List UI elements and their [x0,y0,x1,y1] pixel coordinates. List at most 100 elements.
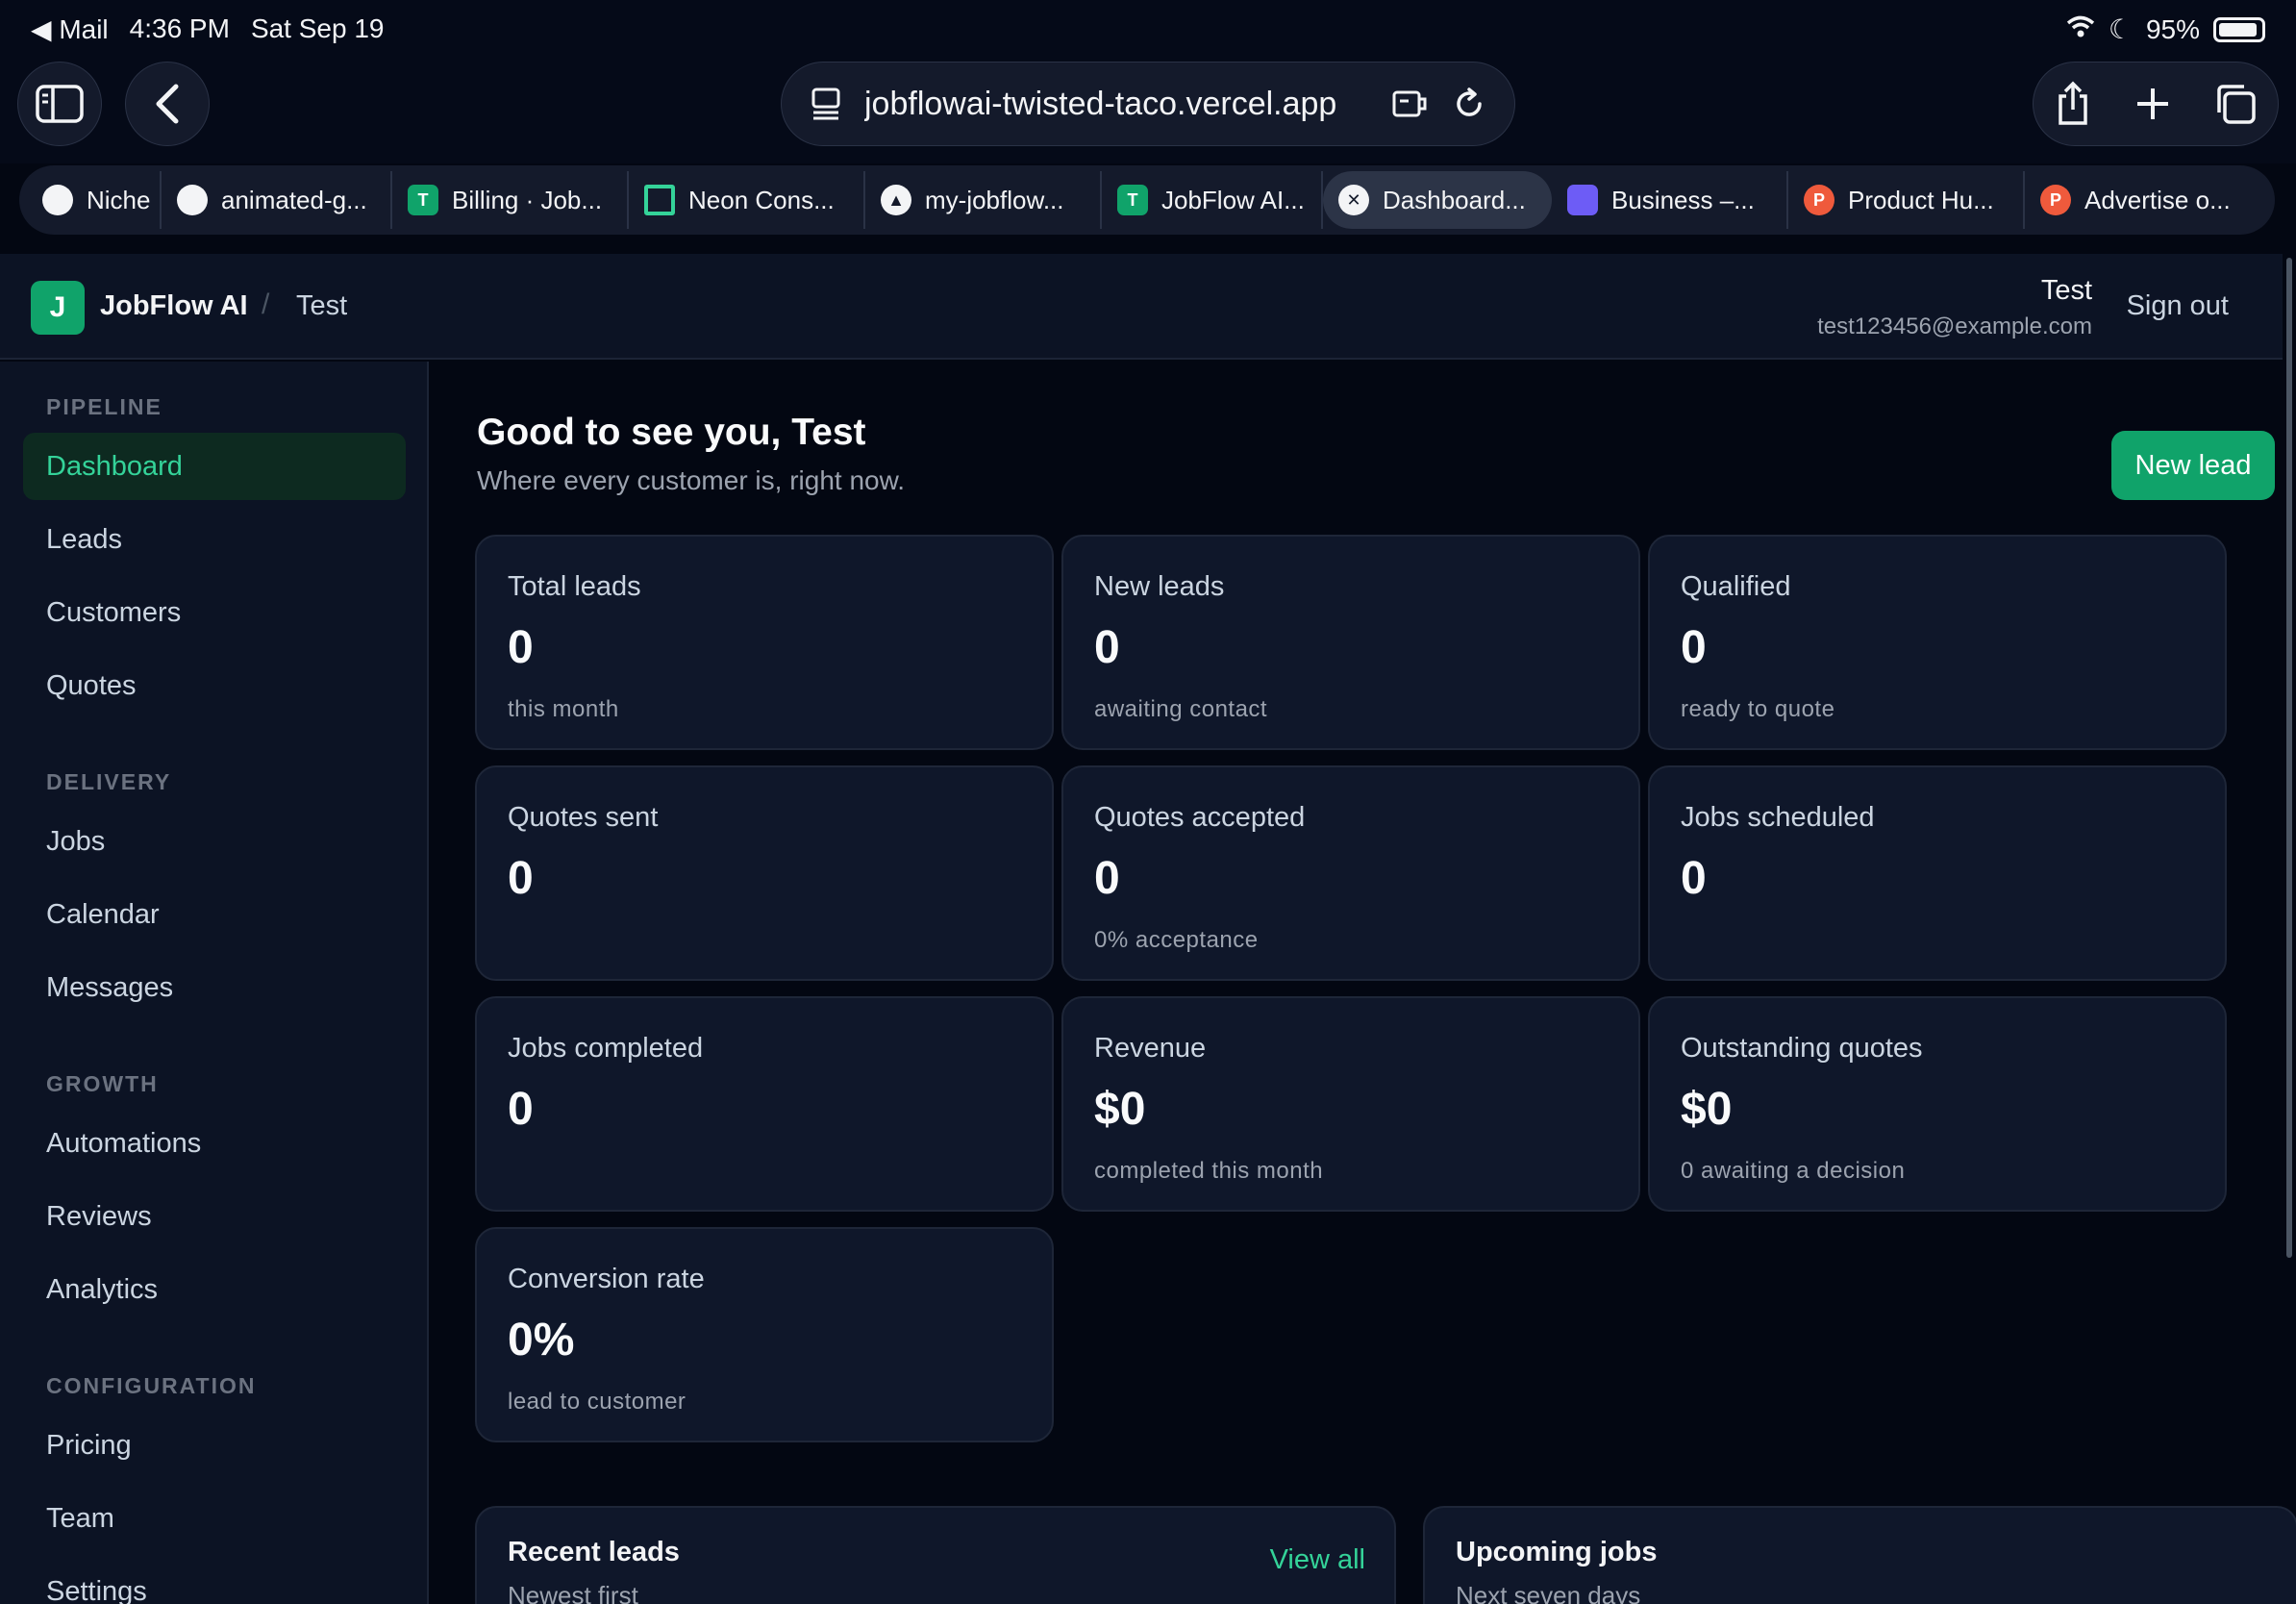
user-name: Test [2040,275,2092,306]
stat-value: $0 [1094,1084,1146,1135]
browser-tab-label: Niche [87,185,151,214]
browser-tab-label: JobFlow AI... [1161,185,1305,214]
browser-tab[interactable]: T JobFlow AI... [1102,171,1323,229]
upcoming-jobs-title: Upcoming jobs [1456,1537,1658,1567]
close-icon[interactable]: ✕ [1338,185,1369,215]
sidebar-item-dashboard[interactable]: Dashboard [23,433,406,500]
status-date: Sat Sep 19 [250,13,385,43]
breadcrumb[interactable]: Test [296,290,347,322]
stat-value: 0 [1681,853,1707,904]
browser-tab[interactable]: P Product Hu... [1788,171,2025,229]
browser-tab[interactable]: Neon Cons... [629,171,865,229]
stat-label: Outstanding quotes [1681,1033,1923,1064]
sidebar-item-reviews[interactable]: Reviews [23,1183,406,1250]
extension-icon [1392,90,1427,117]
page-title: Good to see you, Test [477,412,866,453]
browser-tab[interactable]: P Advertise o... [2025,171,2252,229]
stat-card: Outstanding quotes $0 0 awaiting a decisio… [1648,996,2227,1212]
app-logo[interactable]: J [31,281,85,335]
user-email: test123456@example.com [1817,313,2092,339]
stat-label: Qualified [1681,571,1791,602]
section-label-delivery: DELIVERY [46,769,172,794]
stat-subtext: lead to customer [508,1389,686,1415]
page-menu-icon [811,88,840,120]
browser-tab-label: animated-g... [221,185,367,214]
stat-card: Total leads 0 this month [475,535,1054,750]
browser-tab[interactable]: Business –... [1552,171,1788,229]
stat-value: 0 [1681,622,1707,673]
section-label-growth: GROWTH [46,1071,159,1096]
upcoming-jobs-subtitle: Next seven days [1456,1581,1641,1604]
upcoming-jobs-panel: Upcoming jobs Next seven days [1423,1506,2296,1604]
chevron-left-icon [156,84,179,124]
stat-card: Revenue $0 completed this month [1061,996,1640,1212]
stat-label: Revenue [1094,1033,1207,1064]
sidebar-item-calendar[interactable]: Calendar [23,881,406,948]
url-text[interactable]: jobflowai-twisted-taco.vercel.app [864,86,1368,123]
sidebar-item-jobs[interactable]: Jobs [23,808,406,875]
tabs-overview-icon[interactable] [2213,82,2258,126]
sidebar-item-automations[interactable]: Automations [23,1110,406,1177]
stat-subtext: 0 awaiting a decision [1681,1158,1906,1184]
recent-leads-panel: Recent leads Newest first View all [475,1506,1396,1604]
github-icon [42,185,73,215]
sidebar-item-pricing[interactable]: Pricing [23,1412,406,1479]
stat-subtext: ready to quote [1681,696,1835,722]
sidebar-item-customers[interactable]: Customers [23,579,406,646]
share-icon[interactable] [2054,81,2092,127]
sidebar-item-settings[interactable]: Settings [23,1558,406,1604]
stat-value: 0 [508,853,534,904]
browser-tab[interactable]: T Billing · Job... [392,171,629,229]
stat-value: 0 [508,1084,534,1135]
stat-label: New leads [1094,571,1225,602]
sidebar-item-team[interactable]: Team [23,1485,406,1552]
sidebar-item-analytics[interactable]: Analytics [23,1256,406,1323]
section-label-pipeline: PIPELINE [46,394,162,419]
moon-icon: ☾ [2108,14,2133,44]
browser-tab[interactable]: ▲ my-jobflow... [865,171,1102,229]
stat-card: Jobs scheduled 0 [1648,765,2227,981]
chat-icon [1567,185,1598,215]
new-lead-button[interactable]: New lead [2111,431,2275,500]
view-all-link[interactable]: View all [1270,1544,1365,1576]
stat-label: Total leads [508,571,641,602]
sidebar-toggle-button[interactable] [17,62,102,146]
stat-value: 0% [508,1315,575,1366]
browser-toolbar: jobflowai-twisted-taco.vercel.app [0,60,2296,163]
browser-tab[interactable]: ✕ Dashboard... [1323,171,1552,229]
back-to-app-link[interactable]: ◀ Mail [31,13,109,45]
stat-card: Jobs completed 0 [475,996,1054,1212]
scrollbar[interactable] [2286,258,2292,1258]
stat-label: Quotes accepted [1094,802,1306,833]
sidebar-item-leads[interactable]: Leads [23,506,406,573]
sign-out-button[interactable]: Sign out [2127,290,2229,322]
section-label-configuration: CONFIGURATION [46,1373,257,1398]
brand-name[interactable]: JobFlow AI [100,290,248,322]
stat-value: 0 [1094,853,1120,904]
producthunt-icon: P [1804,185,1834,215]
wifi-icon [2066,14,2095,45]
page-subtitle: Where every customer is, right now. [477,465,906,495]
new-tab-icon[interactable] [2134,85,2172,123]
browser-tab[interactable]: animated-g... [162,171,392,229]
browser-tab-label: my-jobflow... [925,185,1064,214]
stat-subtext: completed this month [1094,1158,1324,1184]
back-button[interactable] [125,62,210,146]
browser-tab-label: Dashboard... [1383,185,1526,214]
app-header: J JobFlow AI / Test Test test123456@exam… [0,254,2283,360]
sidebar: PIPELINE Dashboard Leads Customers Quote… [0,362,429,1604]
stat-card: Conversion rate 0% lead to customer [475,1227,1054,1442]
address-bar[interactable]: jobflowai-twisted-taco.vercel.app [781,62,1515,146]
vercel-icon: ▲ [881,185,911,215]
sidebar-item-quotes[interactable]: Quotes [23,652,406,719]
github-icon [177,185,208,215]
stat-value: $0 [1681,1084,1733,1135]
tab-strip: Niche animated-g... T Billing · Job... Neon … [19,165,2275,235]
browser-tab[interactable]: Niche [27,171,162,229]
status-time: 4:36 PM [129,13,230,43]
reload-icon[interactable] [1453,88,1485,120]
sidebar-item-messages[interactable]: Messages [23,954,406,1021]
battery-percent: 95% [2145,13,2200,44]
stat-card: Qualified 0 ready to quote [1648,535,2227,750]
browser-tab-label: Advertise o... [2084,185,2231,214]
